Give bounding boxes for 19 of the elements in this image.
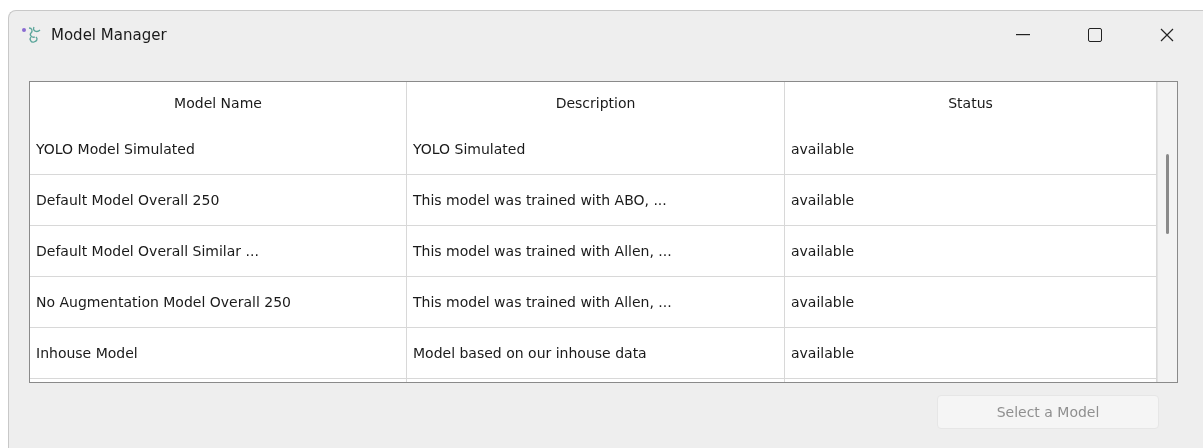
table-cell: No Augmentation Model Overall 250 xyxy=(30,277,407,328)
table-cell: Default Model Overall Similar ... xyxy=(30,226,407,277)
maximize-icon xyxy=(1088,28,1102,42)
table-cell: Default Model Overall 250 xyxy=(30,175,407,226)
column-header[interactable]: Model Name xyxy=(30,82,407,124)
window-title: Model Manager xyxy=(51,24,167,46)
table-cell: Inhouse Model xyxy=(30,328,407,379)
table-cell: This model was trained with Allen, ... xyxy=(407,277,785,328)
table-cell: YOLO Model Simulated xyxy=(30,124,407,175)
table-cell: This model was trained with Allen, ... xyxy=(407,226,785,277)
scrollbar[interactable] xyxy=(1157,82,1177,382)
table-cell: YOLO Simulated xyxy=(407,124,785,175)
table-cell: Model based on our inhouse data xyxy=(407,328,785,379)
scrollbar-thumb[interactable] xyxy=(1166,154,1169,234)
close-icon xyxy=(1160,28,1174,42)
minimize-icon xyxy=(1016,34,1030,36)
table-cell: This model was trained with ABO, ... xyxy=(407,175,785,226)
column-header[interactable]: Description xyxy=(407,82,785,124)
app-icon xyxy=(21,25,43,45)
